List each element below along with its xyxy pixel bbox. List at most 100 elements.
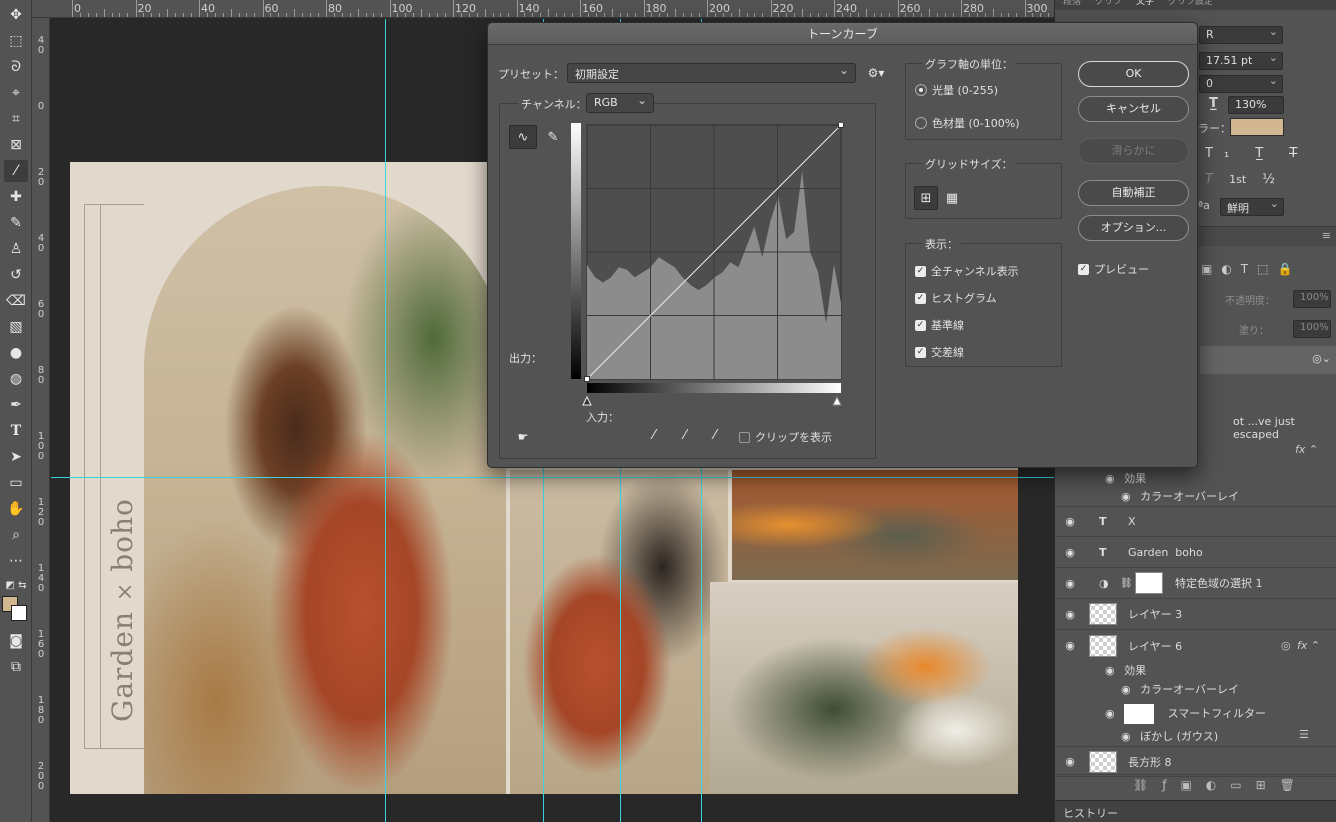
- screen-mode-icon[interactable]: ⧉: [4, 656, 28, 678]
- brush-tool-icon[interactable]: ✎: [4, 212, 28, 234]
- eye-icon[interactable]: ◉: [1105, 707, 1115, 720]
- italic-t-icon[interactable]: T: [1205, 172, 1213, 187]
- eye-icon[interactable]: ◉: [1121, 490, 1131, 503]
- text-style-buttons[interactable]: T₁ T̲ T̶: [1205, 146, 1308, 161]
- eye-icon[interactable]: ◉: [1062, 546, 1078, 559]
- blur-tool-icon[interactable]: ●: [4, 342, 28, 364]
- rectangle-tool-icon[interactable]: ▭: [4, 472, 28, 494]
- selected-layer-row[interactable]: ◎⌄: [1200, 346, 1336, 374]
- font-size-field[interactable]: 17.51 pt: [1199, 51, 1283, 70]
- preview-checkbox[interactable]: ✓ プレビュー: [1078, 261, 1149, 277]
- lasso-tool-icon[interactable]: ᘐ: [4, 56, 28, 78]
- grid-simple-icon[interactable]: ⊞: [914, 186, 938, 210]
- grid-detailed-icon[interactable]: ▦: [940, 186, 964, 210]
- eye-icon[interactable]: ◉: [1062, 577, 1078, 590]
- panel-menu-icon[interactable]: ≡: [1322, 229, 1331, 242]
- layer-options-icon[interactable]: ◎⌄: [1312, 352, 1331, 365]
- gray-eyedropper-icon[interactable]: ⁄: [671, 423, 699, 447]
- pen-tool-icon[interactable]: ✒: [4, 394, 28, 416]
- history-panel-tab[interactable]: ヒストリー: [1055, 800, 1336, 822]
- fraction-button[interactable]: ½: [1262, 172, 1275, 187]
- layer-row-garden-boho[interactable]: ◉ T Garden boho: [1055, 537, 1336, 568]
- quick-mask-icon[interactable]: ◙: [4, 630, 28, 652]
- baseline-checkbox[interactable]: ✓ 基準線: [915, 317, 964, 333]
- eye-icon[interactable]: ◉: [1105, 664, 1115, 677]
- preset-gear-icon[interactable]: ⚙▾: [862, 61, 890, 85]
- options-button[interactable]: オプション...: [1078, 215, 1189, 241]
- antialias-select[interactable]: 鮮明: [1220, 197, 1284, 216]
- tab-character[interactable]: 文字: [1136, 0, 1154, 10]
- layer-thumbnail[interactable]: [1089, 634, 1117, 657]
- show-clipping-checkbox[interactable]: クリップを表示: [739, 429, 832, 445]
- eye-icon[interactable]: ◉: [1062, 639, 1078, 652]
- curve-point-tool-icon[interactable]: ∿: [509, 125, 537, 149]
- frame-tool-icon[interactable]: ⊠: [4, 134, 28, 156]
- curve-point-highlight[interactable]: [838, 123, 844, 128]
- eye-icon[interactable]: ◉: [1062, 515, 1078, 528]
- unit-ink-radio[interactable]: 色材量 (0-100%): [915, 115, 1020, 131]
- fx-icon[interactable]: fx ⌃: [1295, 443, 1318, 456]
- white-input-slider[interactable]: [832, 395, 842, 406]
- default-colors-icon[interactable]: ◩ ⇆: [4, 574, 28, 596]
- fill-field[interactable]: 100%: [1293, 320, 1331, 338]
- crop-tool-icon[interactable]: ⌗: [4, 108, 28, 130]
- eye-icon[interactable]: ◉: [1105, 472, 1115, 485]
- effects-row[interactable]: ◉ 効果: [1105, 470, 1146, 486]
- eye-icon[interactable]: ◉: [1121, 683, 1131, 696]
- smart-filter-mask-thumbnail[interactable]: [1124, 704, 1155, 724]
- guide-horizontal-1[interactable]: [51, 477, 1054, 478]
- smooth-button[interactable]: 滑らかに: [1078, 138, 1189, 164]
- text-color-swatch[interactable]: [1230, 118, 1284, 136]
- marquee-tool-icon[interactable]: ⬚: [4, 30, 28, 52]
- background-color-swatch[interactable]: [11, 605, 27, 621]
- preset-select[interactable]: 初期設定: [567, 63, 856, 83]
- opentype-buttons[interactable]: T 1st ½: [1205, 172, 1275, 187]
- layer-mask-thumbnail[interactable]: [1135, 572, 1163, 594]
- layer-thumbnail[interactable]: [1089, 750, 1117, 773]
- tab-paragraph[interactable]: 段落: [1063, 0, 1081, 10]
- layer-row-x[interactable]: ◉ T X: [1055, 506, 1336, 537]
- layer-row-layer-6[interactable]: ◉ レイヤー 6 ◎ fx ⌃: [1055, 630, 1336, 661]
- filter-options-icon[interactable]: ☰: [1299, 728, 1309, 741]
- horizontal-ruler[interactable]: 0 20 40 60 80 100 120 140 160 180 200 220 240 260 280 3…: [32, 0, 1054, 18]
- fx-icon[interactable]: fx ⌃: [1297, 639, 1320, 652]
- layer-row-selective-color[interactable]: ◉ ◑ ⛓ 特定色域の選択 1: [1055, 568, 1336, 599]
- eye-icon[interactable]: ◉: [1062, 608, 1078, 621]
- ordinal-button[interactable]: 1st: [1229, 173, 1246, 186]
- layers-footer-buttons[interactable]: ⛓ƒ▣◐▭⊞🗑: [1055, 774, 1336, 794]
- curve-point-shadow[interactable]: [584, 376, 590, 382]
- color-overlay-row-2[interactable]: ◉ カラーオーバーレイ: [1121, 681, 1239, 697]
- curves-graph[interactable]: [571, 123, 847, 413]
- gradient-tool-icon[interactable]: ▧: [4, 316, 28, 338]
- tab-glyph-settings[interactable]: グリフ設定: [1168, 0, 1213, 10]
- dodge-tool-icon[interactable]: ◍: [4, 368, 28, 390]
- tracking-field[interactable]: 0: [1199, 74, 1283, 93]
- quick-select-tool-icon[interactable]: ⌖: [4, 82, 28, 104]
- dialog-title[interactable]: トーンカーブ: [488, 23, 1197, 45]
- black-eyedropper-icon[interactable]: ⁄: [640, 423, 668, 447]
- move-tool-icon[interactable]: ✥: [4, 4, 28, 26]
- eraser-tool-icon[interactable]: ⌫: [4, 290, 28, 312]
- targeted-adjustment-icon[interactable]: ☛: [509, 425, 537, 449]
- pencil-tool-icon[interactable]: ✎: [539, 125, 567, 149]
- effects-row-2[interactable]: ◉ 効果: [1105, 662, 1146, 678]
- histogram-checkbox[interactable]: ✓ ヒストグラム: [915, 290, 997, 306]
- auto-button[interactable]: 自動補正: [1078, 180, 1189, 206]
- layer-name-truncated[interactable]: ot ...ve just escaped: [1233, 415, 1336, 441]
- layer-filter-icons[interactable]: ▣◐T⬚🔒: [1201, 262, 1301, 276]
- layer-row-layer-3[interactable]: ◉ レイヤー 3: [1055, 599, 1336, 630]
- healing-brush-tool-icon[interactable]: ✚: [4, 186, 28, 208]
- vertical-ruler[interactable]: 40 0 20 40 60 80 100 120 140 160 180 200: [32, 18, 50, 822]
- type-tool-icon[interactable]: T: [4, 420, 28, 442]
- channel-select[interactable]: RGB: [586, 93, 654, 113]
- history-brush-tool-icon[interactable]: ↺: [4, 264, 28, 286]
- eye-icon[interactable]: ◉: [1062, 755, 1078, 768]
- zoom-tool-icon[interactable]: ⌕: [4, 524, 28, 546]
- black-input-slider[interactable]: [582, 395, 592, 406]
- cancel-button[interactable]: キャンセル: [1078, 96, 1189, 122]
- unit-light-radio[interactable]: 光量 (0-255): [915, 82, 998, 98]
- link-icon[interactable]: ⛓: [1120, 578, 1133, 589]
- scale-field[interactable]: 130%: [1228, 96, 1284, 114]
- layer-row-rectangle-8[interactable]: ◉ 長方形 8: [1055, 746, 1336, 777]
- stamp-tool-icon[interactable]: ♙: [4, 238, 28, 260]
